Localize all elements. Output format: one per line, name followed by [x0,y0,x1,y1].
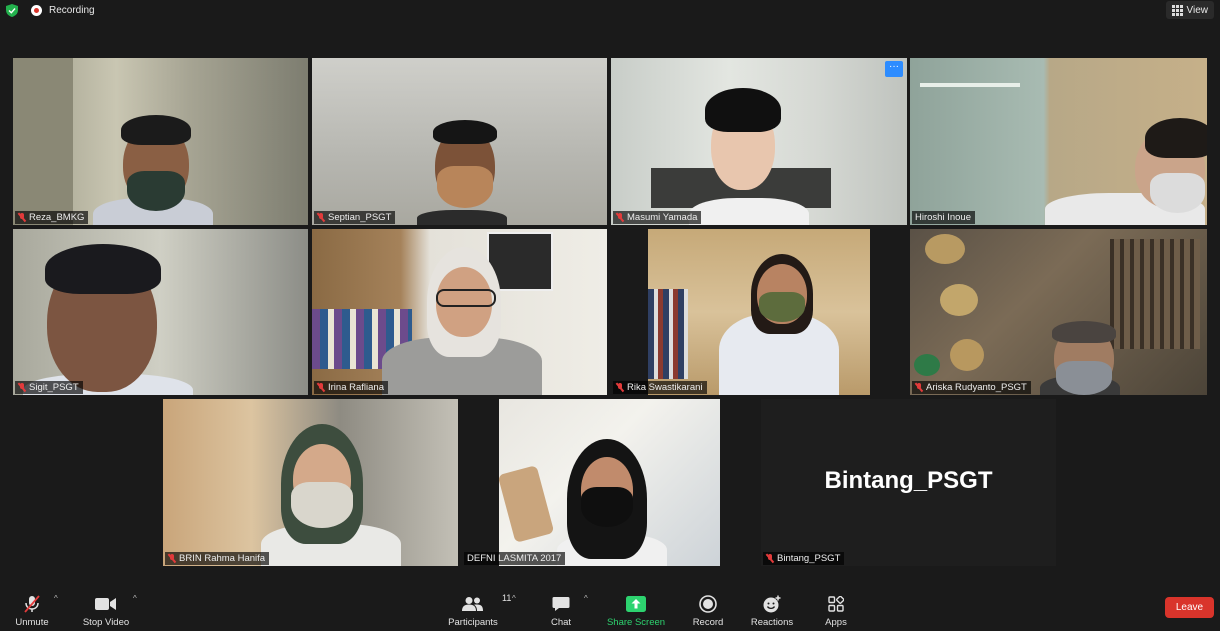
video-tile-irina[interactable]: Irina Rafliana [312,229,607,395]
chat-button[interactable]: Chat [545,588,577,631]
video-tile-hiroshi-active-speaker[interactable]: Hiroshi Inoue [910,58,1207,225]
apps-button[interactable]: Apps [819,588,853,631]
record-button[interactable]: Record [688,588,728,631]
nametag: Septian_PSGT [314,211,396,224]
mic-muted-icon [915,383,923,392]
video-tile-reza[interactable]: Reza_BMKG [13,58,308,225]
video-camera-icon [95,598,116,610]
nametag: BRIN Rahma Hanifa [165,552,270,565]
mic-muted-icon [18,383,26,392]
video-tile-sigit[interactable]: Sigit_PSGT [13,229,308,395]
nametag: Masumi Yamada [613,211,702,224]
video-tile-septian[interactable]: Septian_PSGT [312,58,607,225]
leave-meeting-button[interactable]: Leave [1165,597,1214,618]
participants-count: 11 [502,593,512,603]
view-button[interactable]: View [1165,1,1214,19]
participants-icon [462,597,483,611]
grid-icon [1171,4,1183,16]
video-tile-defni[interactable]: DEFNI LASMITA 2017 [462,399,757,566]
mic-muted-icon [766,554,774,563]
video-tile-rika[interactable]: Rika Swastikarani [611,229,907,395]
audio-options-chevron-icon[interactable]: ^ [54,594,58,603]
shield-icon[interactable] [6,4,18,17]
microphone-muted-icon [24,595,40,613]
share-screen-icon [626,596,646,612]
stop-video-button[interactable]: Stop Video [80,588,132,631]
nametag: Rika Swastikarani [613,381,707,394]
mic-muted-icon [616,213,624,222]
share-screen-button[interactable]: Share Screen [604,588,668,631]
video-tile-masumi[interactable]: ··· Masumi Yamada [611,58,907,225]
video-tile-ariska[interactable]: Ariska Rudyanto_PSGT [910,229,1207,395]
unmute-button[interactable]: Unmute [8,588,56,631]
nametag: DEFNI LASMITA 2017 [464,552,566,565]
nametag: Irina Rafliana [314,381,388,394]
nametag: Reza_BMKG [15,211,89,224]
mic-muted-icon [616,383,624,392]
meeting-controls-toolbar: Unmute ^ Stop Video ^ 11 Participants ^ [0,588,1220,628]
record-icon [699,595,717,613]
video-tile-bintang-no-video[interactable]: Bintang_PSGT Bintang_PSGT [761,399,1056,566]
nametag: Bintang_PSGT [763,552,845,565]
recording-icon [31,5,42,16]
mic-muted-icon [317,213,325,222]
participant-display-name: Bintang_PSGT [824,467,993,494]
video-options-chevron-icon[interactable]: ^ [133,594,137,603]
video-tile-rahma[interactable]: BRIN Rahma Hanifa [163,399,458,566]
participants-button[interactable]: 11 Participants [444,588,511,631]
chat-bubble-icon [552,597,570,611]
mic-muted-icon [317,383,325,392]
top-bar: Recording View [0,0,1220,22]
nametag: Hiroshi Inoue [912,211,975,224]
nametag: Sigit_PSGT [15,381,83,394]
apps-icon [828,596,844,612]
smiley-plus-icon [763,595,781,613]
mic-muted-icon [168,554,176,563]
view-label: View [1186,4,1209,16]
nametag: Ariska Rudyanto_PSGT [912,381,1031,394]
mic-muted-icon [18,213,26,222]
participants-options-chevron-icon[interactable]: ^ [512,594,516,603]
reactions-button[interactable]: Reactions [748,588,796,631]
more-options-button[interactable]: ··· [885,61,903,77]
chat-options-chevron-icon[interactable]: ^ [584,594,588,603]
recording-label: Recording [49,5,95,16]
